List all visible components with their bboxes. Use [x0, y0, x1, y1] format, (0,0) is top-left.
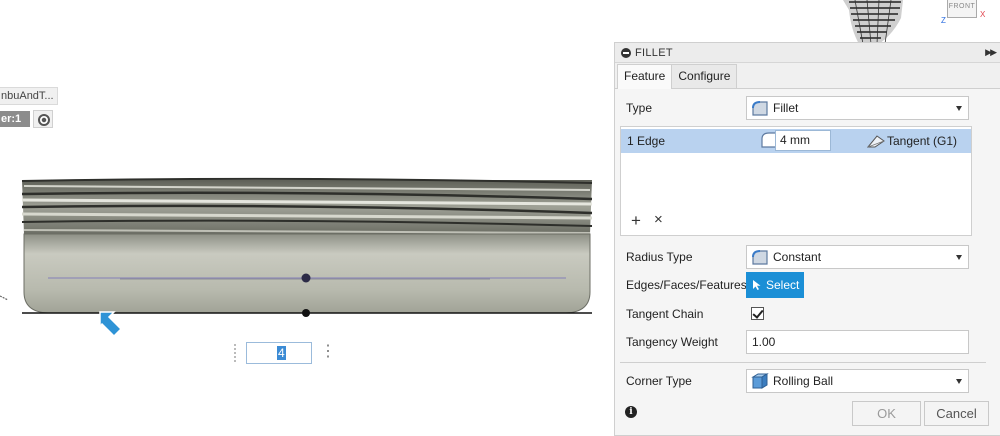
fillet-icon: [752, 101, 768, 116]
axis-x-label: X: [980, 10, 986, 19]
select-button-label: Select: [766, 278, 800, 292]
viewcube-front-face[interactable]: FRONT: [947, 0, 977, 18]
radius-type-label: Radius Type: [626, 250, 693, 264]
type-row: Type Fillet: [615, 96, 1000, 120]
ok-button[interactable]: OK: [852, 401, 921, 426]
dialog-title: FILLET: [635, 46, 673, 59]
type-value: Fillet: [773, 101, 799, 115]
tab-feature[interactable]: Feature: [617, 64, 673, 89]
fusion-workspace: { "viewport": { "browser_item_label": "n…: [0, 0, 1000, 436]
radius-type-row: Radius Type Constant: [615, 245, 1000, 269]
visibility-radio[interactable]: [33, 110, 53, 128]
more-options-icon[interactable]: ⋮: [320, 344, 336, 362]
divider: [620, 362, 986, 363]
floating-value-input: 4 ⋮: [234, 342, 338, 364]
radius-value-input[interactable]: 4: [246, 342, 312, 364]
cursor-arrow-icon: [753, 280, 761, 290]
drag-arrow-icon[interactable]: [99, 311, 123, 338]
edge-midpoint: [302, 309, 310, 317]
tangent-continuity-icon[interactable]: [867, 133, 885, 149]
cancel-button[interactable]: Cancel: [924, 401, 989, 426]
thread-region[interactable]: [21, 177, 593, 234]
corner-type-label: Corner Type: [626, 374, 692, 388]
edge-radius-input[interactable]: 4 mm: [775, 130, 831, 151]
axis-z-label: Z: [941, 16, 946, 25]
edges-faces-features-label: Edges/Faces/Features: [626, 278, 747, 292]
table-row[interactable]: 1 Edge 4 mm Tangent (G1): [621, 129, 971, 153]
radius-value-text: 4: [277, 346, 286, 360]
edges-faces-features-row: Edges/Faces/Features Select: [615, 272, 1000, 298]
tangent-chain-label: Tangent Chain: [626, 307, 704, 321]
add-icon[interactable]: +: [631, 211, 641, 231]
fillet-manipulator-point[interactable]: [301, 273, 311, 283]
grip-handle[interactable]: [234, 344, 244, 362]
remove-icon[interactable]: ×: [654, 211, 663, 228]
viewcube[interactable]: FRONT Z X: [843, 0, 1000, 44]
collapse-icon[interactable]: [621, 47, 631, 58]
corner-type-row: Corner Type Rolling Ball: [615, 369, 1000, 393]
tangency-weight-input[interactable]: 1.00: [746, 330, 969, 354]
chevron-down-icon: [956, 379, 962, 384]
select-button[interactable]: Select: [746, 272, 804, 298]
counter-tag: er:1: [0, 111, 30, 127]
tangent-chain-checkbox[interactable]: [751, 307, 764, 320]
tangency-weight-label: Tangency Weight: [626, 335, 718, 349]
constant-radius-icon: [752, 250, 768, 265]
dialog-footer: i OK Cancel: [615, 393, 1000, 436]
chevron-down-icon: [956, 106, 962, 111]
dialog-tabs: Feature Configure: [615, 63, 1000, 89]
corner-type-value: Rolling Ball: [773, 374, 834, 388]
radius-type-value: Constant: [773, 250, 822, 264]
model-viewport[interactable]: [0, 0, 600, 436]
edge-name: 1 Edge: [627, 134, 666, 148]
fillet-dialog: FILLET ▶▶ Feature Configure Type Fillet …: [614, 42, 1000, 436]
cylinder-body[interactable]: [23, 233, 591, 314]
dialog-header[interactable]: FILLET ▶▶: [615, 43, 1000, 63]
rolling-ball-icon: [751, 373, 769, 389]
corner-type-dropdown[interactable]: Rolling Ball: [746, 369, 969, 393]
chevron-down-icon: [956, 255, 962, 260]
type-dropdown[interactable]: Fillet: [746, 96, 969, 120]
expand-icon[interactable]: ▶▶: [985, 47, 997, 58]
tangency-weight-row: Tangency Weight 1.00: [615, 330, 1000, 354]
type-label: Type: [626, 101, 653, 115]
tab-configure[interactable]: Configure: [671, 64, 738, 88]
radius-type-dropdown[interactable]: Constant: [746, 245, 969, 269]
browser-item-tag[interactable]: nbuAndT...: [0, 87, 58, 105]
edge-selection-list: 1 Edge 4 mm Tangent (G1) + ×: [620, 126, 972, 236]
info-icon[interactable]: i: [625, 406, 637, 418]
tangent-continuity-label[interactable]: Tangent (G1): [887, 134, 957, 148]
tangent-chain-row: Tangent Chain: [615, 304, 1000, 324]
